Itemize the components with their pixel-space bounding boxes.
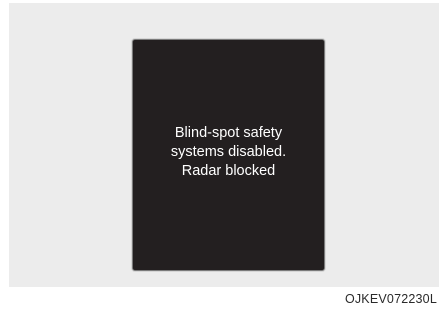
figure-background: Blind-spot safety systems disabled. Rada… xyxy=(9,3,439,287)
warning-message-line-3: Radar blocked xyxy=(181,163,276,179)
warning-message-line-1: Blind-spot safety xyxy=(174,125,283,141)
warning-message: Blind-spot safety systems disabled. Rada… xyxy=(133,124,324,181)
warning-message-line-2: systems disabled. xyxy=(170,144,287,160)
cluster-display-panel: Blind-spot safety systems disabled. Rada… xyxy=(132,39,325,271)
figure-code-label: OJKEV072230L xyxy=(344,292,437,306)
